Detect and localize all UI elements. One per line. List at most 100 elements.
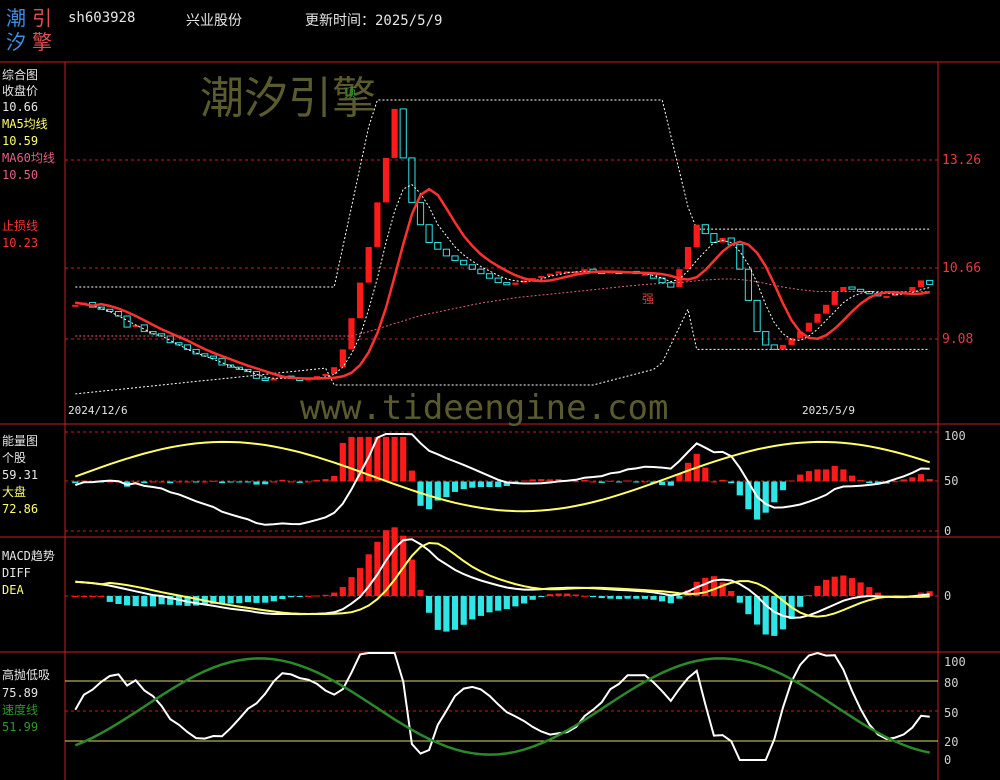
energy-bar: [167, 481, 174, 484]
stock-energy-label: 个股: [2, 451, 27, 465]
energy-bar: [460, 481, 467, 490]
candle: [72, 304, 79, 307]
energy-bar: [391, 436, 398, 482]
osc-tick: 100: [944, 655, 966, 669]
energy-bar: [193, 481, 200, 483]
logo-char: 潮: [6, 6, 26, 30]
candle: [848, 286, 856, 290]
strong-marker: 强: [642, 292, 655, 306]
candle: [512, 282, 519, 285]
candle: [814, 313, 821, 323]
energy-bar: [581, 479, 588, 482]
macd-bar: [814, 586, 821, 596]
energy-bar: [607, 480, 614, 482]
candle: [917, 280, 925, 288]
macd-bar: [521, 596, 528, 604]
osc-tick: 20: [944, 735, 959, 749]
macd-panel-title: MACD趋势: [2, 549, 55, 563]
macd-bar: [797, 596, 804, 607]
macd-bar: [89, 596, 96, 597]
energy-bar: [797, 474, 804, 482]
energy-bar: [909, 477, 916, 482]
energy-bar: [779, 481, 787, 491]
energy-bar: [728, 481, 735, 484]
macd-bar: [236, 596, 243, 604]
energy-bar: [288, 481, 295, 483]
macd-bar: [598, 596, 605, 599]
energy-bar: [598, 481, 605, 483]
macd-bar: [98, 596, 105, 597]
candle: [762, 331, 770, 346]
stock-name: 兴业股份: [186, 13, 242, 29]
ma60-line: [75, 278, 930, 337]
macd-bar: [538, 596, 545, 597]
macd-bar: [80, 596, 87, 597]
candle: [909, 287, 916, 292]
logo-char: 擎: [32, 30, 52, 54]
macd-bar: [641, 596, 648, 599]
macd-bar: [676, 596, 683, 599]
candle: [779, 344, 787, 350]
macd-bar: [288, 596, 295, 598]
macd-bar: [848, 578, 856, 596]
macd-bar: [408, 559, 415, 596]
candle: [209, 355, 218, 359]
macd-bar: [572, 594, 579, 596]
macd-bar: [771, 596, 778, 636]
macd-bar: [866, 587, 873, 596]
energy-bar: [348, 436, 355, 482]
energy-bar: [719, 479, 726, 482]
stock-code: sh603928: [68, 10, 136, 26]
macd-bar: [262, 596, 269, 603]
energy-bar: [322, 479, 329, 482]
macd-bar: [564, 593, 571, 596]
energy-bar: [900, 479, 907, 482]
macd-tick: 0: [944, 589, 952, 603]
osc-value: 75.89: [2, 686, 39, 700]
energy-bar: [762, 481, 769, 513]
site-watermark: www.tideengine.com: [300, 388, 669, 428]
macd-bar: [322, 594, 329, 596]
macd-bar: [124, 596, 131, 606]
energy-bar: [184, 481, 191, 483]
candle: [883, 295, 890, 298]
macd-bar: [477, 596, 484, 616]
candle: [710, 233, 718, 244]
energy-bar: [443, 481, 450, 498]
macd-bar: [736, 596, 743, 603]
macd-bar: [503, 596, 510, 609]
macd-bar: [443, 596, 450, 632]
energy-bar: [831, 465, 838, 482]
energy-bar: [814, 469, 821, 482]
market-energy-label: 大盘: [2, 485, 27, 499]
candle: [408, 157, 416, 203]
candle: [538, 275, 545, 279]
macd-bar: [374, 541, 381, 596]
energy-bar: [313, 480, 320, 482]
macd-bar: [667, 596, 674, 604]
energy-bar: [848, 475, 856, 482]
candle: [736, 244, 744, 270]
energy-bar: [866, 481, 873, 484]
dea-label: DEA: [2, 583, 24, 597]
macd-bar: [512, 596, 519, 607]
energy-bar: [529, 479, 536, 482]
stop-label: 止损线: [2, 219, 39, 233]
macd-bar: [495, 596, 502, 611]
top-marker: 顶: [344, 86, 357, 100]
candle: [823, 304, 830, 314]
candle: [434, 242, 442, 250]
macd-bar: [305, 595, 312, 597]
candle: [261, 377, 269, 381]
date-end: 2025/5/9: [802, 404, 855, 417]
energy-bar: [149, 481, 157, 483]
macd-bar: [279, 596, 286, 599]
macd-bar: [633, 596, 640, 599]
macd-bar: [417, 589, 424, 596]
energy-bar: [305, 481, 312, 483]
energy-bar: [624, 480, 631, 482]
price-tick: 9.08: [942, 332, 974, 347]
candle: [442, 248, 450, 257]
energy-bar: [546, 479, 554, 482]
macd-bar: [339, 587, 346, 596]
